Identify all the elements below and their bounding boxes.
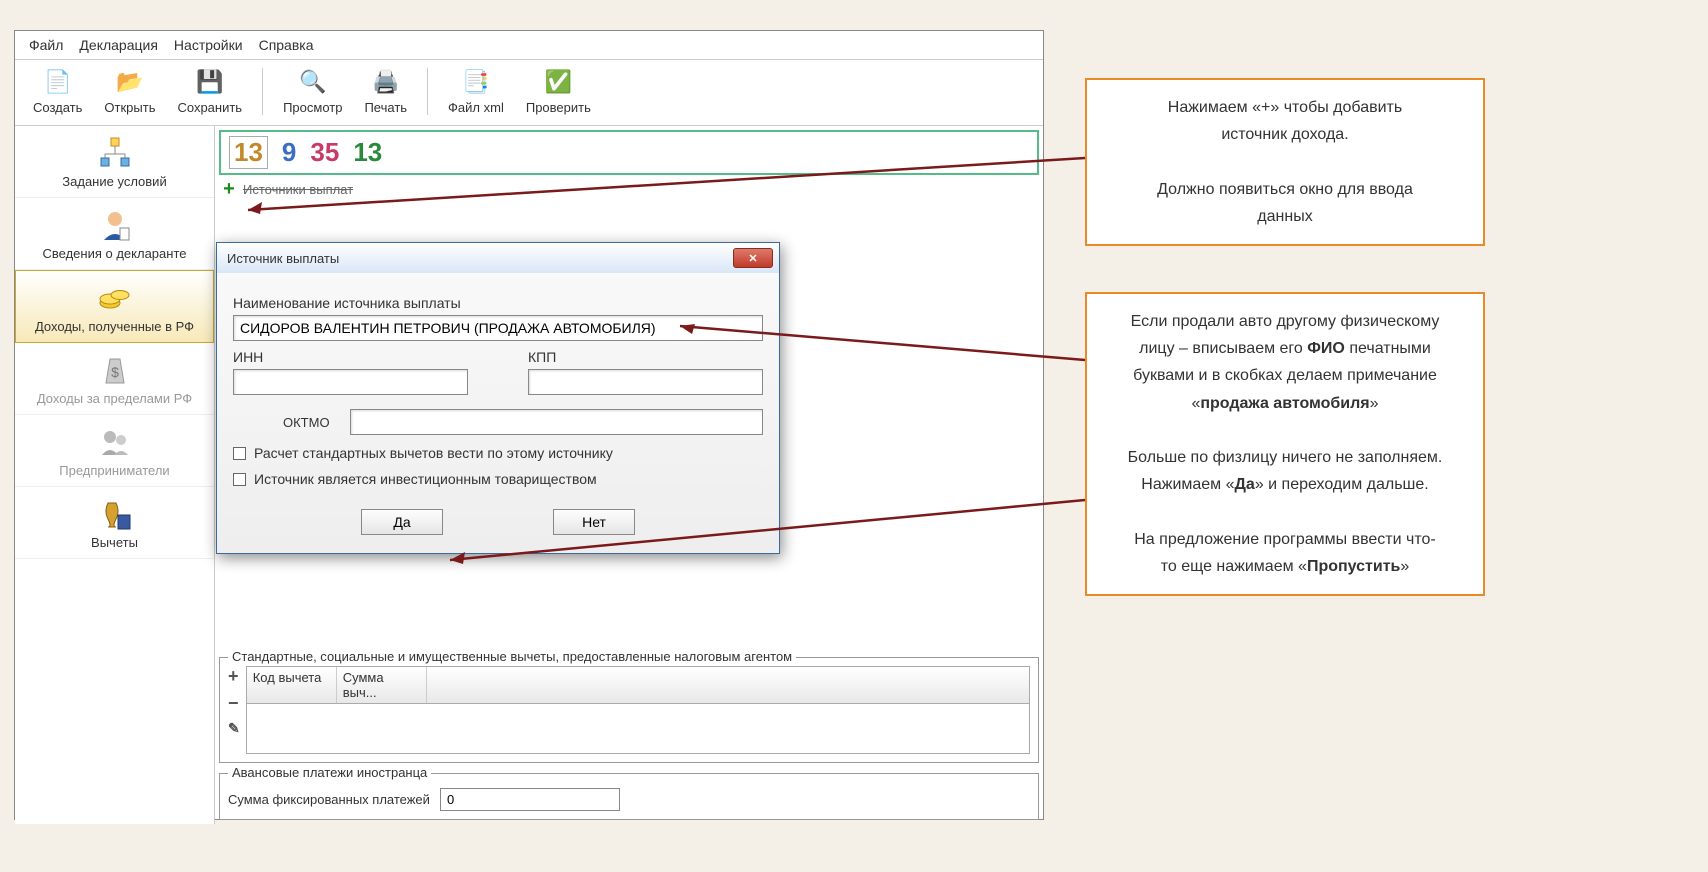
rate-tabs: 13 9 35 13 (219, 130, 1039, 175)
menubar: Файл Декларация Настройки Справка (15, 31, 1043, 60)
source-name-input[interactable] (233, 315, 763, 341)
toolbar-preview[interactable]: 🔍Просмотр (273, 64, 352, 119)
people-icon (98, 425, 132, 459)
advance-group: Авансовые платежи иностранца Сумма фикси… (219, 773, 1039, 820)
sidebar-income-abroad-label: Доходы за пределами РФ (37, 391, 192, 406)
col-sum: Сумма выч... (337, 667, 427, 703)
sidebar-conditions-label: Задание условий (62, 174, 166, 189)
menu-file[interactable]: Файл (23, 35, 69, 55)
rate-tab-13-green[interactable]: 13 (353, 137, 382, 168)
source-name-label: Наименование источника выплаты (233, 295, 763, 311)
coins-icon (98, 281, 132, 315)
advance-group-title: Авансовые платежи иностранца (228, 765, 431, 780)
sidebar-conditions[interactable]: Задание условий (15, 126, 214, 198)
inn-input[interactable] (233, 369, 468, 395)
checkbox-icon (233, 447, 246, 460)
menu-declaration[interactable]: Декларация (73, 35, 164, 55)
remove-deduction-button[interactable]: − (228, 693, 240, 714)
toolbar-xml[interactable]: 📑Файл xml (438, 64, 514, 119)
toolbar-open[interactable]: 📂Открыть (94, 64, 165, 119)
print-icon: 🖨️ (372, 68, 400, 96)
new-file-icon: 📄 (44, 68, 72, 96)
save-icon: 💾 (196, 68, 224, 96)
rate-tab-35[interactable]: 35 (310, 137, 339, 168)
sidebar-deductions[interactable]: Вычеты (15, 487, 214, 559)
sidebar-deductions-label: Вычеты (91, 535, 138, 550)
advance-amount-input[interactable] (440, 788, 620, 811)
annotation-2: Если продали авто другому физическому ли… (1085, 292, 1485, 596)
inn-label: ИНН (233, 349, 468, 365)
sidebar-declarant-label: Сведения о декларанте (43, 246, 187, 261)
checkbox-investment-label: Источник является инвестиционным товарищ… (254, 471, 597, 487)
checkbox-investment[interactable]: Источник является инвестиционным товарищ… (233, 471, 763, 487)
deductions-group: Стандартные, социальные и имущественные … (219, 657, 1039, 763)
deductions-table-body[interactable] (246, 704, 1030, 754)
money-bag-icon: $ (98, 353, 132, 387)
kpp-label: КПП (528, 349, 763, 365)
modal-yes-button[interactable]: Да (361, 509, 443, 535)
kpp-input[interactable] (528, 369, 763, 395)
deductions-table-header: Код вычета Сумма выч... (246, 666, 1030, 704)
modal-titlebar: Источник выплаты ✕ (217, 243, 779, 273)
annotation-1: Нажимаем «+» чтобы добавить источник дох… (1085, 78, 1485, 246)
toolbar-print[interactable]: 🖨️Печать (354, 64, 417, 119)
preview-icon: 🔍 (299, 68, 327, 96)
sources-title: Источники выплат (243, 182, 353, 197)
sidebar-entrepreneurs: Предприниматели (15, 415, 214, 487)
sidebar-income-rf[interactable]: Доходы, полученные в РФ (15, 270, 214, 343)
edit-deduction-button[interactable]: ✎ (228, 720, 240, 737)
check-icon: ✅ (544, 68, 572, 96)
sidebar-declarant[interactable]: Сведения о декларанте (15, 198, 214, 270)
toolbar-save[interactable]: 💾Сохранить (167, 64, 252, 119)
oktmo-label: ОКТМО (283, 415, 330, 430)
deductions-side-controls: + − ✎ (228, 666, 240, 754)
modal-title-text: Источник выплаты (227, 251, 339, 266)
rate-tab-9[interactable]: 9 (282, 137, 296, 168)
xml-file-icon: 📑 (462, 68, 490, 96)
toolbar-separator (427, 68, 428, 115)
sidebar-income-rf-label: Доходы, полученные в РФ (35, 319, 194, 334)
sources-header: + Источники выплат (219, 175, 1039, 203)
toolbar-create[interactable]: 📄Создать (23, 64, 92, 119)
oktmo-input[interactable] (350, 409, 763, 435)
add-deduction-button[interactable]: + (228, 666, 240, 687)
modal-no-button[interactable]: Нет (553, 509, 635, 535)
vase-calc-icon (98, 497, 132, 531)
advance-label: Сумма фиксированных платежей (228, 792, 430, 807)
sidebar-income-abroad: $ Доходы за пределами РФ (15, 343, 214, 415)
menu-settings[interactable]: Настройки (168, 35, 249, 55)
toolbar-check[interactable]: ✅Проверить (516, 64, 601, 119)
checkbox-std-label: Расчет стандартных вычетов вести по этом… (254, 445, 613, 461)
modal-close-button[interactable]: ✕ (733, 248, 773, 268)
modal-payment-source: Источник выплаты ✕ Наименование источник… (216, 242, 780, 554)
sidebar-entrepreneurs-label: Предприниматели (59, 463, 169, 478)
svg-text:$: $ (111, 364, 119, 380)
rate-tab-13-yellow[interactable]: 13 (229, 136, 268, 169)
conditions-icon (98, 136, 132, 170)
person-icon (98, 208, 132, 242)
add-source-button[interactable]: + (219, 179, 239, 199)
menu-help[interactable]: Справка (253, 35, 320, 55)
toolbar: 📄Создать 📂Открыть 💾Сохранить 🔍Просмотр 🖨… (15, 60, 1043, 126)
toolbar-separator (262, 68, 263, 115)
sidebar: Задание условий Сведения о декларанте До… (15, 126, 215, 824)
open-folder-icon: 📂 (116, 68, 144, 96)
checkbox-icon (233, 473, 246, 486)
checkbox-std-deductions[interactable]: Расчет стандартных вычетов вести по этом… (233, 445, 763, 461)
deductions-group-title: Стандартные, социальные и имущественные … (228, 649, 796, 664)
col-code: Код вычета (247, 667, 337, 703)
